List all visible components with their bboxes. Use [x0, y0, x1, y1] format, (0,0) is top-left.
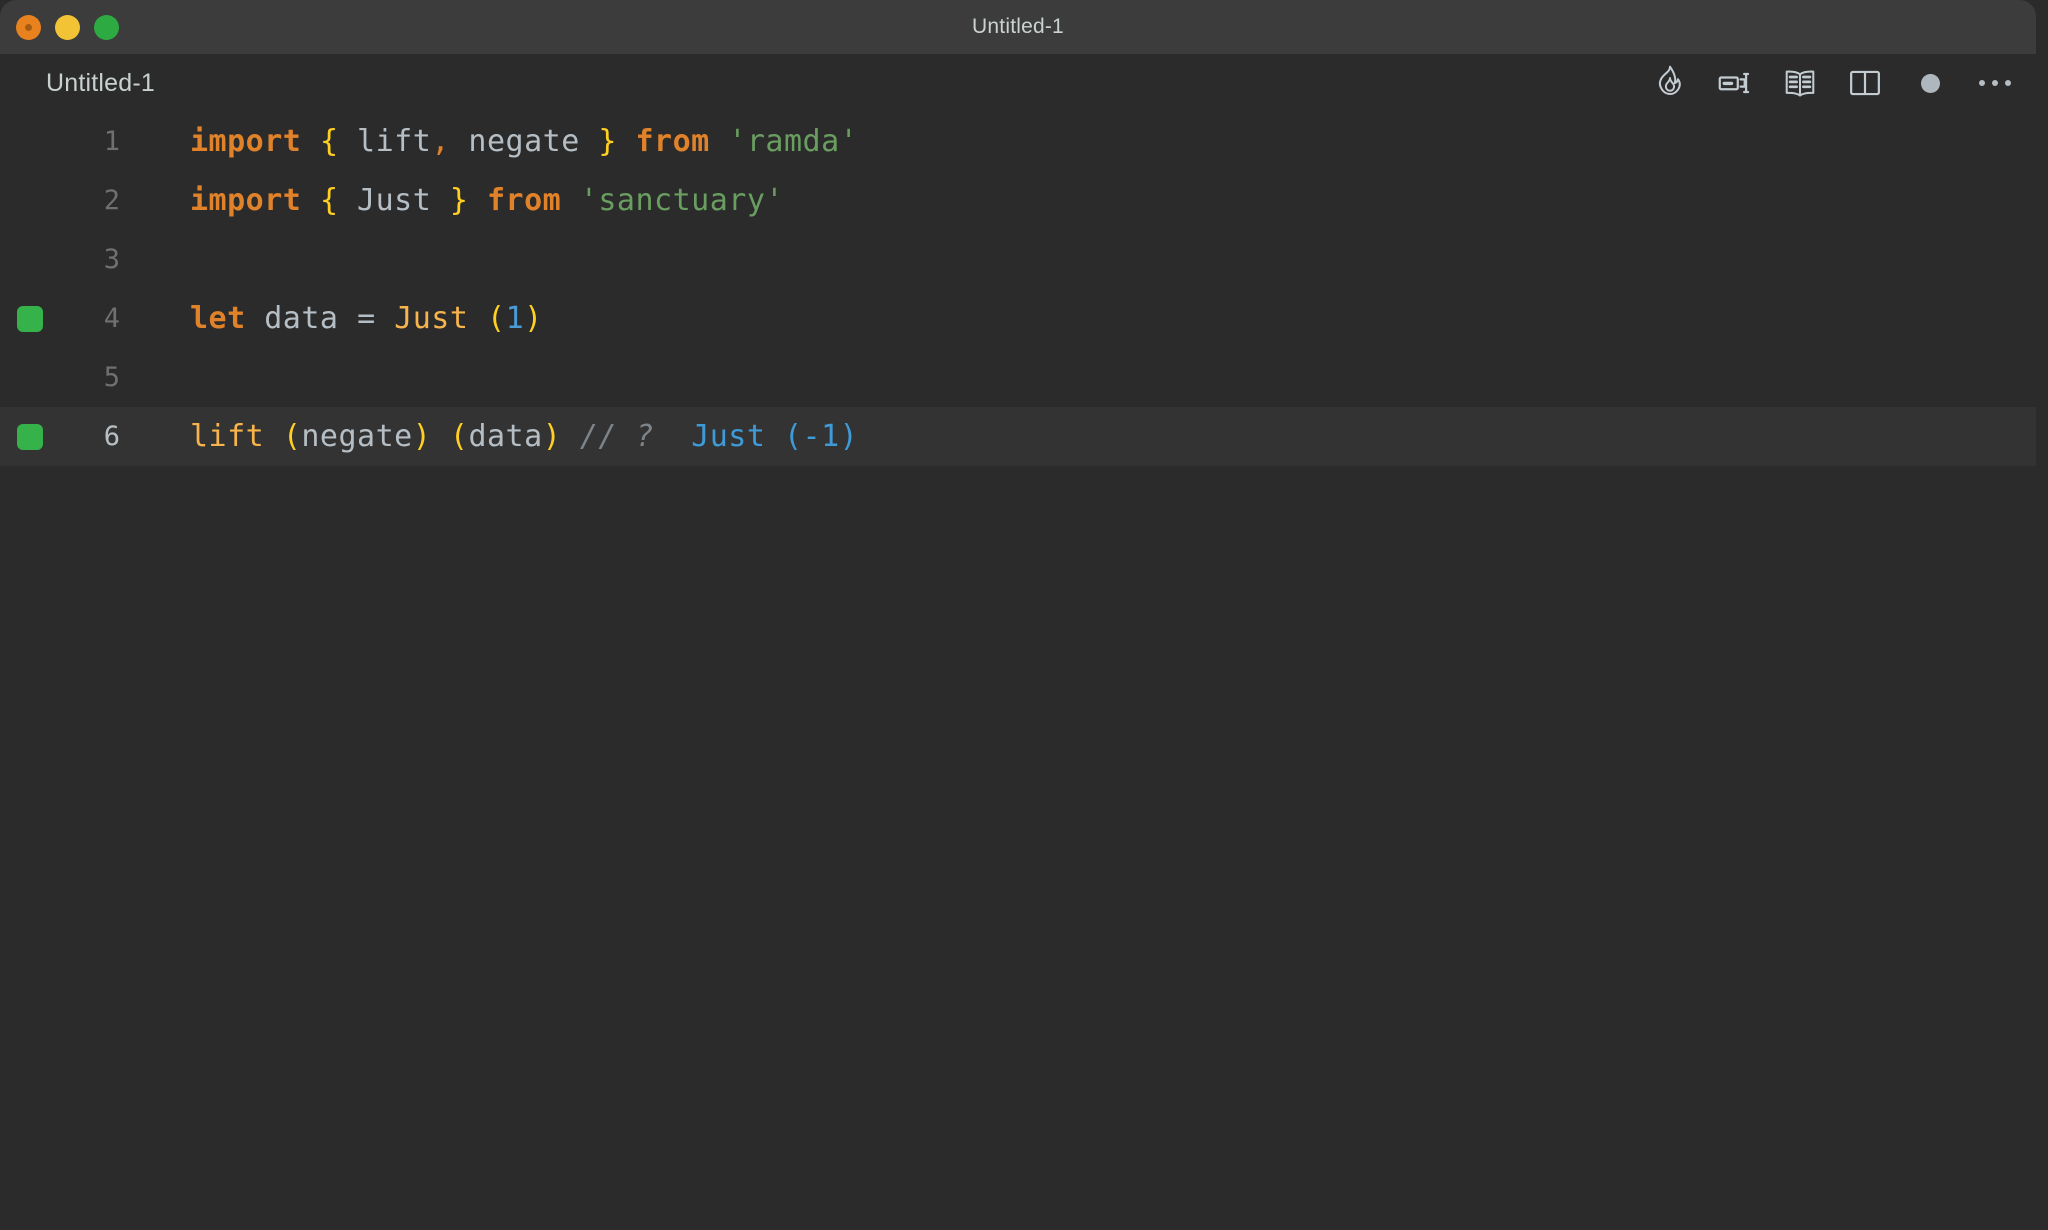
editor-actions [1649, 54, 2016, 112]
code-token: ) [412, 419, 432, 454]
line-content[interactable]: import { lift, negate } from 'ramda' [190, 112, 858, 171]
code-line[interactable]: 2 import { Just } from 'sanctuary' [0, 171, 2036, 230]
code-token: let [190, 301, 246, 336]
code-token: negate [449, 124, 599, 159]
tab-untitled-1[interactable]: Untitled-1 [46, 54, 155, 112]
code-token: = [357, 301, 376, 336]
code-lines: 1 import { lift, negate } from 'ramda' 2 im… [0, 112, 2036, 466]
quokka-gutter-marker-cell [12, 289, 48, 348]
quokka-value-marker-icon[interactable] [17, 423, 43, 450]
code-token: ( [487, 301, 506, 336]
quokka-value-marker-icon[interactable] [17, 305, 43, 332]
code-token: from [487, 183, 562, 218]
quokka-flame-icon[interactable] [1649, 62, 1691, 104]
line-content[interactable]: lift (negate) (data) // ? Just (-1) [190, 407, 858, 466]
code-token: from [635, 124, 710, 159]
code-token: data [468, 419, 543, 454]
quokka-gutter-marker-cell [12, 348, 48, 407]
code-token: 'sanctuary' [579, 183, 784, 218]
split-editor-icon[interactable] [1844, 62, 1886, 104]
code-token: ( [449, 419, 469, 454]
quokka-gutter-marker-cell [12, 407, 48, 466]
editor-tab-bar: Untitled-1 [0, 54, 2036, 112]
code-token: } [598, 124, 617, 159]
line-number: 5 [103, 362, 120, 393]
code-line[interactable]: 3 [0, 230, 2036, 289]
line-content[interactable]: import { Just } from 'sanctuary' [190, 171, 784, 230]
window-outer-edge [2036, 0, 2048, 1230]
code-token: lift [338, 124, 432, 159]
code-token: data [245, 301, 358, 336]
open-preview-book-icon[interactable] [1779, 62, 1821, 104]
code-token: Just [338, 183, 450, 218]
code-token: ) [524, 301, 543, 336]
line-number: 1 [103, 126, 120, 157]
code-line[interactable]: 1 import { lift, negate } from 'ramda' [0, 112, 2036, 171]
code-token: { [319, 124, 339, 159]
line-number: 6 [103, 421, 120, 452]
code-token: import [190, 183, 302, 218]
unsaved-indicator [1920, 73, 1940, 93]
code-token: 1 [505, 301, 525, 336]
code-token: Just [394, 301, 469, 336]
line-content[interactable]: let data = Just (1) [190, 289, 543, 348]
line-number: 4 [103, 303, 120, 334]
quokka-gutter-marker-cell [12, 171, 48, 230]
code-token: import [190, 124, 302, 159]
code-token: { [319, 183, 339, 218]
line-number: 2 [103, 185, 120, 216]
code-token: lift [190, 419, 265, 454]
ellipsis-glyph [1979, 80, 2011, 86]
editor-window: Untitled-1 Untitled-1 1 import {lift, n… [0, 0, 2036, 1230]
code-token: negate [301, 419, 413, 454]
code-line[interactable]: 4 let data = Just (1) [0, 289, 2036, 348]
more-actions-icon[interactable] [1974, 62, 2016, 104]
code-line[interactable]: 5 [0, 348, 2036, 407]
line-number: 3 [103, 244, 120, 275]
code-token: 'ramda' [728, 124, 859, 159]
title-bar: Untitled-1 [0, 0, 2036, 54]
code-token: ) [542, 419, 562, 454]
open-changes-icon[interactable] [1714, 62, 1756, 104]
unsaved-dot-icon[interactable] [1909, 62, 1951, 104]
code-line[interactable]: 6 lift (negate) (data) // ? Just (-1) [0, 407, 2036, 466]
quokka-gutter-marker-cell [12, 112, 48, 171]
code-editor[interactable]: 1 import { lift, negate } from 'ramda' 2 im… [0, 112, 2036, 1230]
code-token: Just (-1) [691, 419, 859, 454]
window-title: Untitled-1 [972, 15, 1064, 38]
code-token: ( [282, 419, 302, 454]
code-token: // ? [579, 419, 655, 454]
quokka-gutter-marker-cell [12, 230, 48, 289]
code-token: } [449, 183, 469, 218]
code-token: , [431, 124, 450, 159]
